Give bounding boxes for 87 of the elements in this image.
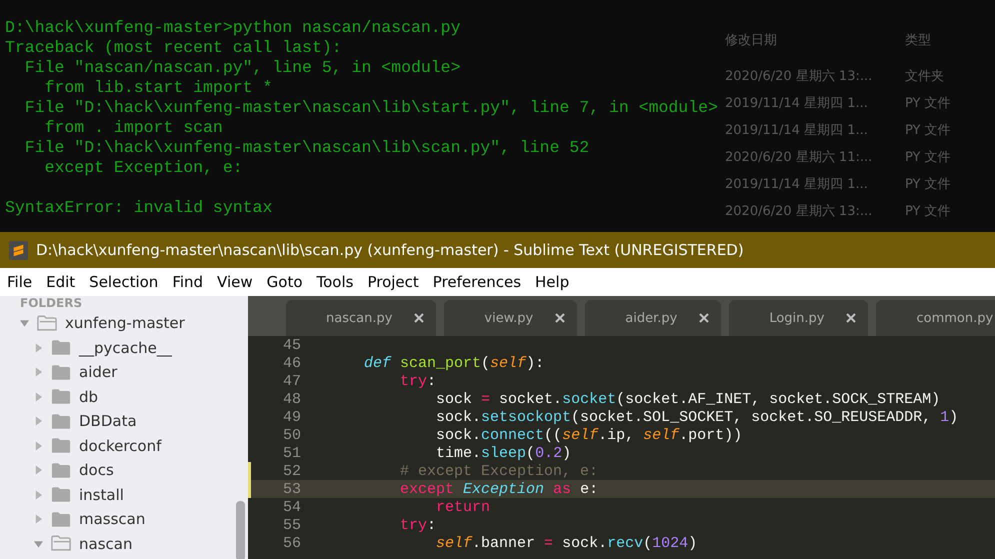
scrollbar[interactable] [236,501,245,559]
folder-item[interactable]: DBData [0,409,248,434]
folder-icon [51,339,71,356]
code-line: sock.connect((self.ip, self.port)) [435,426,742,444]
folder-icon [51,535,71,552]
terminal-line: D:\hack\xunfeng-master>python nascan/nascan.py [5,18,462,38]
code-line: time.sleep(0.2) [435,444,572,462]
menu-item[interactable]: Goto [266,273,303,291]
folder-icon [51,486,71,504]
code-line: sock = socket.socket(socket.AF_INET, socket.SOCK_STREAM) [435,390,940,408]
file-tab[interactable]: view.py [444,300,578,336]
close-icon[interactable] [846,313,856,323]
close-icon[interactable] [555,313,566,323]
folder-icon [37,314,57,332]
type-cell-text: PY 文件 [905,202,951,220]
line-number: 55 [282,516,301,534]
folder-item[interactable]: docs [0,458,248,482]
terminal-line: SyntaxError: invalid syntax [5,198,274,218]
line-number: 49 [282,408,301,426]
line-number: 47 [282,372,301,390]
line-number: 45 [282,336,301,354]
folder-item[interactable]: db [0,384,248,409]
type-cell-text: PY 文件 [905,176,951,192]
menu-item[interactable]: File [7,273,32,291]
folder-item[interactable]: nascan [0,532,248,556]
type-cell-text: PY 文件 [905,94,951,112]
file-tab[interactable]: Login.py [729,300,868,336]
code-line: sock.setsockopt(socket.SOL_SOCKET, socket.SO_REUSEADDR, 1) [435,408,958,426]
sidebar-header: FOLDERS [19,296,84,311]
date-cell-text: 2019/11/14 星期四 1... [725,176,869,192]
line-number: 52 [282,462,301,480]
folder-icon [51,364,71,381]
window-title: D:\hack\xunfeng-master\nascan\lib\scan.py (xunfeng-master) - Sublime Text (UNREGISTERED) [36,241,744,259]
type-cell-text: 文件夹 [905,68,944,84]
terminal-line: File "D:\hack\xunfeng-master\nascan\lib\scan.py", line 52 [24,138,590,158]
date-cell-text: 2020/6/20 星期六 13:... [725,202,874,220]
folder-icon [51,437,71,454]
line-number: 51 [282,444,301,462]
code-line: try: [399,372,436,390]
app-logo-icon [9,240,28,260]
line-number: 56 [282,534,301,552]
menu-item[interactable]: Preferences [432,273,522,291]
folder-item[interactable]: dockerconf [0,434,248,458]
file-tab[interactable]: common.py [876,300,995,336]
line-number: 54 [282,498,301,516]
code-line: # except Exception, e: [399,462,598,480]
line-number: 48 [282,390,301,408]
menu-item[interactable]: Tools [316,273,354,291]
type-cell-text: PY 文件 [905,122,951,138]
close-icon[interactable] [414,313,424,323]
terminal-line: Traceback (most recent call last): [5,38,343,58]
folder-item[interactable]: __pycache__ [0,336,248,360]
date-cell-text: 2020/6/20 星期六 11:... [725,148,874,166]
folder-icon [51,462,71,479]
folder-icon [51,412,71,430]
code-line: return [435,498,490,516]
menu-item[interactable]: Edit [46,273,76,291]
folder-item[interactable]: aider [0,360,248,384]
code-line: except Exception as e: [399,480,598,498]
date-cell-text: 2020/6/20 星期六 13:... [725,68,874,84]
date-cell-text: 2019/11/14 星期四 1... [725,122,869,138]
menu-item[interactable]: Project [367,273,419,291]
code-line: def scan_port(self): [363,354,544,372]
folder-item[interactable]: xunfeng-master [0,311,248,336]
folder-icon [51,388,71,406]
folder-item[interactable]: masscan [0,507,248,532]
date-cell-text: 2019/11/14 星期四 1... [725,94,869,112]
terminal-line: File "nascan/nascan.py", line 5, in <module> [24,58,462,78]
terminal-line: except Exception, e: [44,158,244,178]
terminal-line: from lib.start import * [44,78,274,98]
menu-item[interactable]: Help [535,273,570,291]
close-icon[interactable] [699,313,710,323]
file-tab[interactable]: nascan.py [286,300,436,336]
line-number: 53 [282,480,301,498]
terminal-line: from . import scan [44,118,224,138]
line-number: 50 [282,426,301,444]
menu-item[interactable]: Find [172,273,204,291]
type-cell-text: PY 文件 [905,148,951,166]
file-tab[interactable]: aider.py [585,300,722,336]
folder-icon [51,510,71,528]
menu-item[interactable]: Selection [89,273,158,291]
folder-item[interactable]: install [0,482,248,507]
menu-item[interactable]: View [217,273,253,291]
code-line: self.banner = sock.recv(1024) [435,534,698,552]
line-number: 46 [282,354,301,372]
code-line: try: [399,516,436,534]
terminal-line: File "D:\hack\xunfeng-master\nascan\lib\start.py", line 7, in <module> [24,98,719,118]
